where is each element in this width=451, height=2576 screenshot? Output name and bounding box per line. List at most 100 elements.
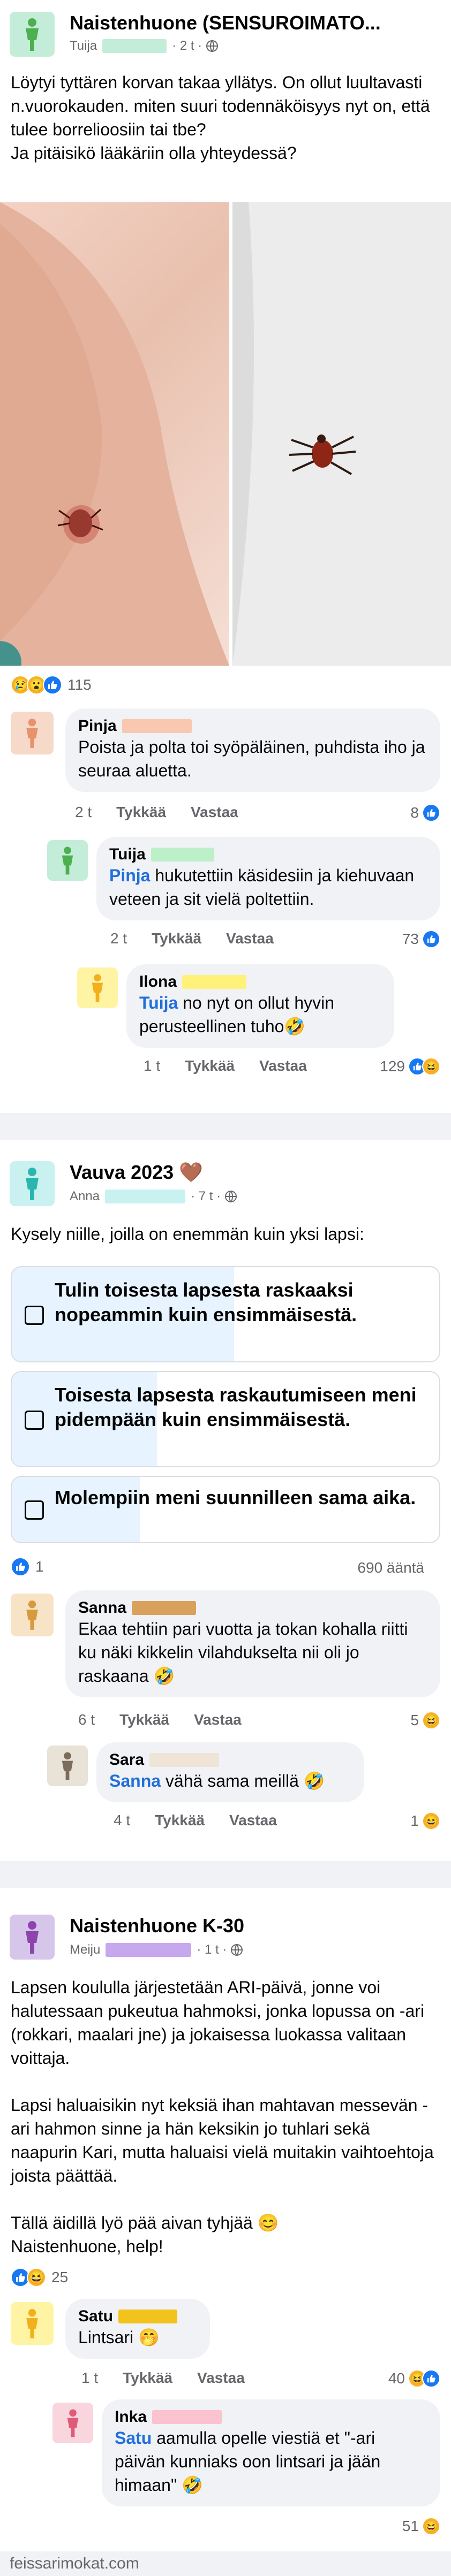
post-reactions[interactable]: 😢 😮 115 — [11, 675, 92, 695]
author-name[interactable]: Meiju — [70, 1942, 100, 1957]
poll-vote-count[interactable]: 690 ääntä — [357, 1559, 424, 1576]
comment-time[interactable]: 2 t — [75, 804, 92, 821]
comment-reactions[interactable]: 1 😆 — [410, 1812, 440, 1830]
reply-button[interactable]: Vastaa — [259, 1057, 307, 1074]
like-reaction-icon — [422, 930, 440, 948]
post-reactions[interactable]: 1 — [11, 1557, 44, 1576]
commenter-avatar[interactable] — [52, 2403, 93, 2443]
comment-bubble[interactable]: Sara Sanna vähä sama meillä 🤣 — [96, 1742, 364, 1802]
mention-link[interactable]: Satu — [115, 2428, 152, 2448]
comment-bubble[interactable]: Sanna Ekaa tehtiin pari vuotta ja tokan … — [65, 1590, 440, 1697]
like-reaction-icon — [422, 804, 440, 822]
post-time[interactable]: 1 t — [205, 1942, 219, 1957]
commenter-name[interactable]: Ilona — [139, 973, 177, 991]
poll-option[interactable]: Tulin toisesta lapsesta raskaaksi nopeam… — [11, 1266, 440, 1362]
post-text-line: Ja pitäisikö lääkäriin olla yhteydessä? — [11, 143, 297, 163]
comment-time[interactable]: 2 t — [110, 930, 127, 947]
comment-bubble[interactable]: Ilona Tuija no nyt on ollut hyvin perust… — [126, 964, 394, 1048]
comment-bubble[interactable]: Pinja Poista ja polta toi syöpäläinen, p… — [65, 708, 440, 792]
redacted-name-bar — [182, 975, 247, 989]
commenter-name[interactable]: Satu — [78, 2307, 113, 2326]
post-time[interactable]: 2 t — [180, 39, 194, 54]
mention-link[interactable]: Tuija — [139, 993, 178, 1012]
commenter-avatar[interactable] — [47, 1746, 88, 1786]
person-icon — [10, 12, 55, 57]
tick-photo-closeup[interactable] — [232, 202, 451, 666]
commenter-avatar[interactable] — [47, 840, 88, 881]
comment-reactions[interactable]: 5 😆 — [410, 1711, 440, 1729]
redacted-name-bar — [151, 848, 214, 862]
commenter-name[interactable]: Sanna — [78, 1599, 126, 1617]
tick-photo-ear[interactable] — [0, 202, 229, 666]
mention-link[interactable]: Sanna — [109, 1771, 161, 1790]
comment-time[interactable]: 1 t — [81, 2369, 98, 2387]
like-button[interactable]: Tykkää — [119, 1711, 169, 1728]
commenter-avatar[interactable] — [77, 967, 118, 1008]
comment-reactions[interactable]: 129 😆 — [380, 1057, 440, 1076]
post-text-line: Löytyi tyttären korvan takaa yllätys. On… — [11, 73, 430, 139]
reply-button[interactable]: Vastaa — [194, 1711, 242, 1728]
like-button[interactable]: Tykkää — [152, 930, 201, 947]
poll-checkbox[interactable] — [25, 1411, 44, 1430]
post-paragraph: Tällä äidillä lyö pää aivan tyhjää 😊 Nai… — [11, 2213, 279, 2256]
comment-text: Lintsari — [78, 2328, 134, 2347]
group-avatar[interactable] — [10, 1161, 55, 1206]
like-button[interactable]: Tykkää — [185, 1057, 235, 1074]
comment-reactions[interactable]: 8 — [410, 804, 440, 822]
poll-checkbox[interactable] — [25, 1500, 44, 1520]
comment-reactions[interactable]: 73 — [402, 930, 440, 948]
group-avatar[interactable] — [10, 12, 55, 57]
redacted-name-bar — [122, 719, 192, 733]
comment-actions: 2 t Tykkää Vastaa — [110, 930, 274, 947]
person-icon — [26, 1168, 39, 1200]
comment-bubble[interactable]: Tuija Pinja hukutettiin käsidesiin ja ki… — [96, 837, 440, 920]
comment-reactions[interactable]: 40 😆 — [388, 2369, 440, 2388]
comment-bubble[interactable]: Inka Satu aamulla opelle viestiä et "-ar… — [102, 2399, 440, 2506]
reply-button[interactable]: Vastaa — [197, 2369, 245, 2387]
comment-time[interactable]: 1 t — [144, 1057, 160, 1074]
like-button[interactable]: Tykkää — [123, 2369, 172, 2387]
commenter-avatar[interactable] — [11, 2302, 54, 2345]
post-text: Kysely niille, joilla on enemmän kuin yk… — [11, 1224, 364, 1244]
redacted-name-bar — [118, 2310, 178, 2323]
comment-reactions[interactable]: 51 😆 — [402, 2517, 440, 2535]
commenter-name[interactable]: Tuija — [109, 845, 146, 864]
poll-checkbox[interactable] — [25, 1306, 44, 1325]
author-name[interactable]: Tuija — [70, 39, 97, 54]
commenter-name[interactable]: Inka — [115, 2408, 147, 2426]
commenter-name[interactable]: Pinja — [78, 717, 117, 735]
post-reactions[interactable]: 😆 25 — [11, 2268, 68, 2287]
post-paragraph: Lapsen koululla järjestetään ARI-päivä, … — [11, 1978, 425, 2068]
comment-text: Ekaa tehtiin pari vuotta ja tokan kohall… — [78, 1619, 408, 1686]
comment-time[interactable]: 6 t — [78, 1711, 95, 1728]
comment-time[interactable]: 4 t — [114, 1812, 130, 1829]
group-name[interactable]: Naistenhuone (SENSUROIMATO... — [70, 12, 414, 34]
post-text: Lapsen koululla järjestetään ARI-päivä, … — [11, 1976, 440, 2282]
group-name[interactable]: Naistenhuone K-30 — [70, 1915, 244, 1937]
reply-button[interactable]: Vastaa — [191, 804, 238, 821]
haha-reaction-icon: 😆 — [422, 1057, 440, 1076]
like-reaction-icon — [422, 2369, 440, 2388]
commenter-name[interactable]: Sara — [109, 1751, 144, 1769]
post-meta: Anna · 7 t · — [70, 1189, 237, 1204]
group-name[interactable]: Vauva 2023 — [70, 1161, 174, 1183]
commenter-avatar[interactable] — [11, 1594, 54, 1636]
comment-bubble[interactable]: Satu Lintsari 🤭 — [65, 2299, 210, 2359]
redacted-name-bar — [152, 2410, 222, 2424]
commenter-avatar[interactable] — [11, 712, 54, 754]
comment-text: Poista ja polta toi syöpäläinen, puhdist… — [78, 737, 425, 780]
poll-option[interactable]: Toisesta lapsesta raskautumiseen meni pi… — [11, 1371, 440, 1467]
author-name[interactable]: Anna — [70, 1189, 100, 1204]
group-avatar[interactable] — [10, 1915, 55, 1960]
like-button[interactable]: Tykkää — [116, 804, 166, 821]
reply-button[interactable]: Vastaa — [229, 1812, 277, 1829]
mention-link[interactable]: Pinja — [109, 866, 150, 885]
post-time[interactable]: 7 t — [199, 1189, 213, 1204]
watermark-footer[interactable]: feissarimokat.com — [0, 2551, 451, 2576]
post-text: Löytyi tyttären korvan takaa yllätys. On… — [11, 71, 440, 165]
reaction-count: 25 — [51, 2269, 69, 2285]
poll-option[interactable]: Molempiin meni suunnilleen sama aika. — [11, 1476, 440, 1543]
reply-button[interactable]: Vastaa — [226, 930, 274, 947]
post-3: Naistenhuone K-30 Meiju · 1 t · Lapsen k… — [0, 1888, 451, 2551]
like-button[interactable]: Tykkää — [155, 1812, 205, 1829]
